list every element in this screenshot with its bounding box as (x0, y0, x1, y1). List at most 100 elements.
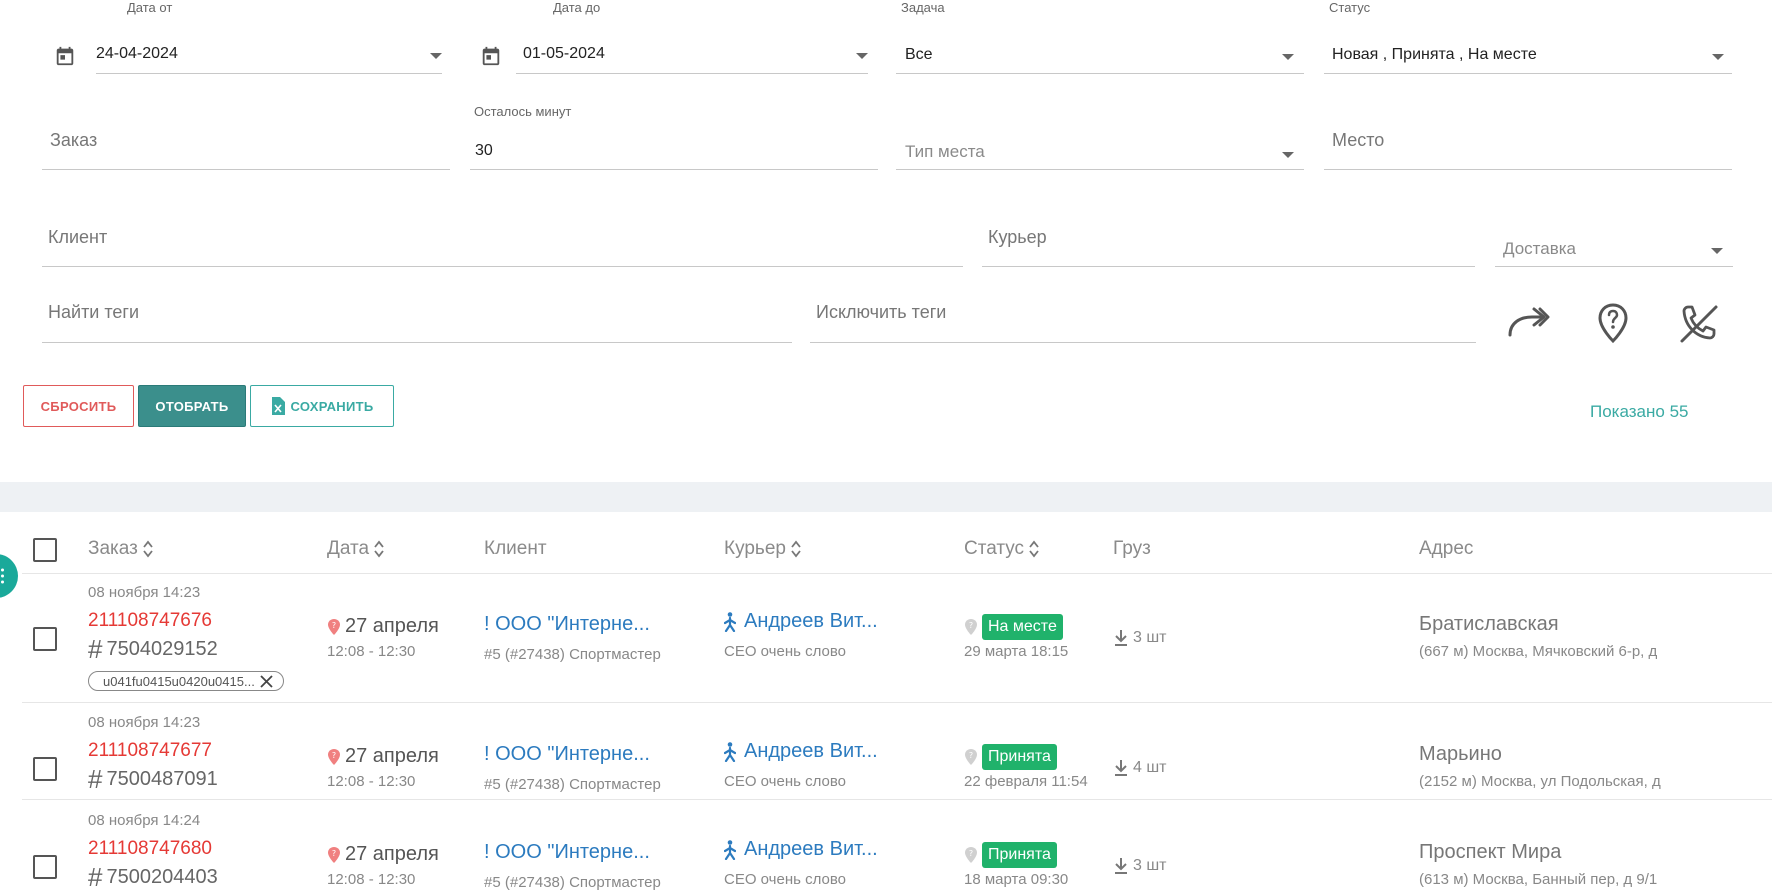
column-header-status[interactable]: Статус (964, 538, 1040, 560)
status-cell: ? Принята (964, 744, 1057, 770)
external-number-value: 7500204403 (106, 866, 218, 888)
courier-details: CEO очень слово (724, 773, 847, 790)
client-link[interactable]: ! ООО "Интерне... (484, 743, 650, 766)
select-all-checkbox[interactable] (33, 538, 57, 562)
courier-link[interactable]: Андреев Вит... (724, 740, 878, 763)
location-question-icon: ? (965, 749, 977, 765)
find-tags-underline (42, 342, 792, 343)
row-divider (22, 799, 1772, 800)
delivery-underline (1495, 266, 1733, 267)
tag-chip-label: u041fu0415u0420u0415... (103, 673, 255, 689)
date-to-field[interactable]: Дата до 01-05-2024 (476, 0, 868, 74)
row-divider (22, 702, 1772, 703)
order-field[interactable]: Заказ (42, 100, 450, 170)
tag-chip[interactable]: u041fu0415u0420u0415... (88, 671, 284, 691)
courier-name: Андреев Вит... (744, 838, 878, 860)
location-question-icon[interactable] (1591, 301, 1635, 345)
order-created-time: 08 ноября 14:23 (88, 584, 201, 601)
status-time: 29 марта 18:15 (964, 643, 1069, 660)
place-field[interactable]: Место (1324, 100, 1732, 170)
column-header-cargo: Груз (1113, 538, 1151, 560)
cargo-count: 3 шт (1133, 629, 1167, 646)
address-station: Проспект Мира (1419, 841, 1562, 863)
column-header-date[interactable]: Дата (327, 538, 385, 560)
row-checkbox[interactable] (33, 757, 57, 781)
exclude-tags-field[interactable]: Исключить теги (810, 280, 1476, 343)
order-number-link[interactable]: 211108747680 (88, 838, 212, 860)
cargo-cell: 3 шт (1113, 857, 1167, 875)
task-select[interactable]: Задача Все (896, 0, 1304, 74)
hash-icon: # (88, 862, 103, 892)
svg-text:?: ? (969, 621, 973, 630)
minutes-left-underline (470, 169, 878, 170)
chevron-down-icon (1282, 152, 1294, 158)
walking-person-icon (724, 741, 736, 762)
apply-button[interactable]: ОТОБРАТЬ (138, 385, 246, 427)
chevron-down-icon (1282, 54, 1294, 60)
chevron-down-icon (856, 53, 868, 59)
location-question-icon: ? (328, 846, 340, 863)
status-cell: ? На месте (964, 614, 1063, 640)
column-header-order[interactable]: Заказ (88, 538, 154, 560)
row-checkbox[interactable] (33, 855, 57, 879)
find-tags-field[interactable]: Найти теги (42, 280, 792, 343)
minutes-left-value: 30 (475, 142, 493, 159)
save-excel-button[interactable]: СОХРАНИТЬ (250, 385, 394, 427)
courier-link[interactable]: Андреев Вит... (724, 610, 878, 633)
task-value: Все (905, 46, 933, 63)
calendar-icon[interactable] (480, 44, 502, 68)
sort-icon (374, 540, 384, 558)
save-label: СОХРАНИТЬ (290, 398, 374, 414)
download-icon (1115, 858, 1127, 874)
client-details: #5 (#27438) Спортмастер (484, 874, 661, 891)
place-underline (1324, 169, 1732, 170)
client-link[interactable]: ! ООО "Интерне... (484, 841, 650, 864)
delivery-select[interactable]: Доставка (1495, 200, 1733, 267)
calendar-icon[interactable] (54, 44, 76, 68)
sort-icon (1029, 540, 1039, 558)
hash-icon: # (88, 764, 103, 794)
order-number-link[interactable]: 211108747676 (88, 610, 212, 632)
courier-details: CEO очень слово (724, 643, 847, 660)
client-details: #5 (#27438) Спортмастер (484, 646, 661, 663)
header-order-label: Заказ (88, 538, 138, 559)
date-to-underline (516, 73, 868, 74)
client-field[interactable]: Клиент (42, 200, 963, 267)
order-created-time: 08 ноября 14:23 (88, 714, 201, 731)
header-divider (22, 573, 1772, 574)
date-from-underline (96, 73, 442, 74)
external-number: # 7500487091 (88, 764, 218, 795)
excel-file-icon (271, 397, 285, 415)
header-address-label: Адрес (1419, 538, 1474, 559)
status-underline (1324, 73, 1732, 74)
header-courier-label: Курьер (724, 538, 786, 559)
date-from-field[interactable]: Дата от 24-04-2024 (50, 0, 442, 74)
delivery-interval: 12:08 - 12:30 (327, 773, 416, 790)
place-type-select[interactable]: Тип места (896, 100, 1304, 170)
client-link[interactable]: ! ООО "Интерне... (484, 613, 650, 636)
phone-off-icon[interactable] (1676, 301, 1720, 345)
minutes-left-field[interactable]: Осталось минут 30 (470, 100, 878, 170)
reset-button[interactable]: СБРОСИТЬ (23, 385, 134, 427)
order-underline (42, 169, 450, 170)
courier-field[interactable]: Курьер (982, 200, 1475, 267)
forward-arrow-icon[interactable] (1506, 301, 1550, 345)
delivery-date: ? 27 апреля (327, 615, 439, 638)
courier-link[interactable]: Андреев Вит... (724, 838, 878, 861)
minutes-left-label: Осталось минут (474, 104, 572, 119)
delivery-placeholder: Доставка (1503, 239, 1577, 258)
column-header-courier[interactable]: Курьер (724, 538, 802, 560)
row-checkbox[interactable] (33, 627, 57, 651)
status-select[interactable]: Статус Новая , Принята , На месте (1324, 0, 1732, 74)
exclude-tags-placeholder: Исключить теги (816, 302, 947, 322)
chevron-down-icon (430, 53, 442, 59)
header-date-label: Дата (327, 538, 370, 559)
place-placeholder: Место (1332, 130, 1385, 150)
walking-person-icon (724, 611, 736, 632)
reset-label: СБРОСИТЬ (40, 398, 117, 414)
order-number-link[interactable]: 211108747677 (88, 740, 212, 762)
close-icon[interactable] (260, 675, 273, 688)
shown-count: Показано 55 (1590, 402, 1689, 421)
status-value: Новая , Принята , На месте (1332, 46, 1537, 63)
header-client-label: Клиент (484, 538, 547, 559)
